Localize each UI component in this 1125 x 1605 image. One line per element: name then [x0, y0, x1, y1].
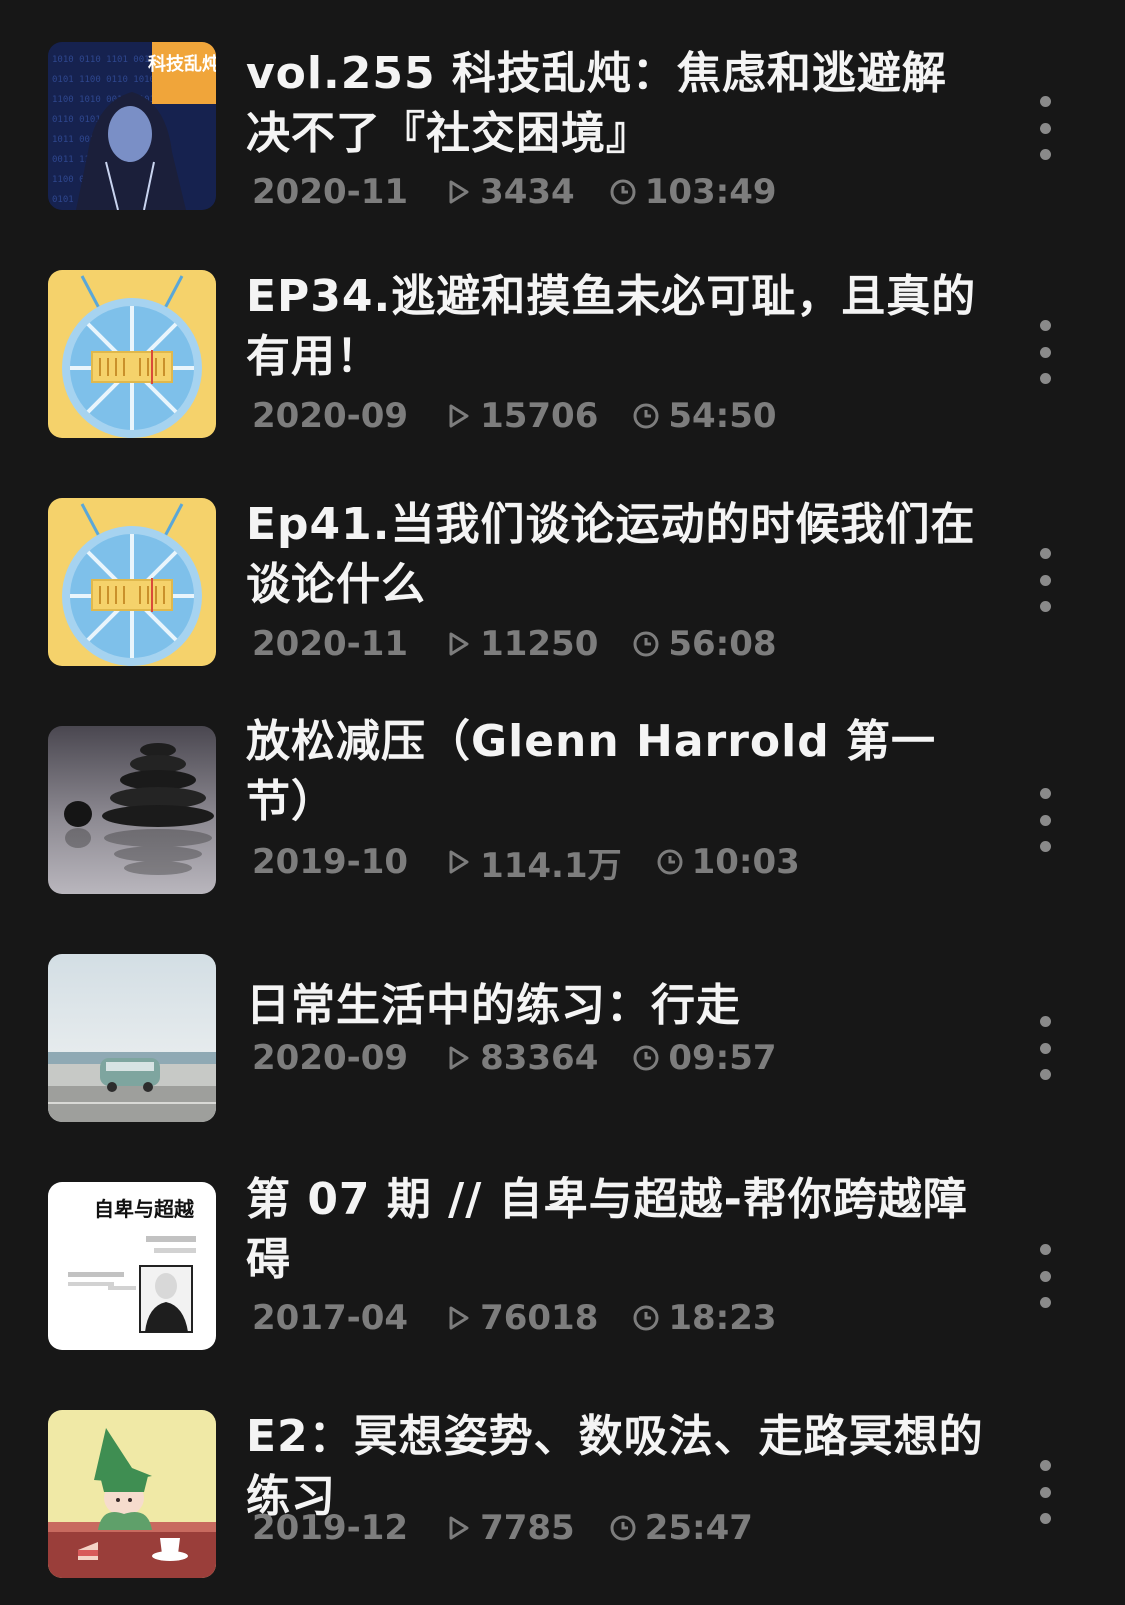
play-icon: [444, 848, 472, 876]
episode-item[interactable]: 放松减压（Glenn Harrold 第一节） 2019-10 114.1万 1…: [0, 716, 1125, 894]
episode-date: 2019-12: [252, 1508, 409, 1548]
cover-text: 科技乱炖: [148, 53, 216, 75]
episode-duration: 18:23: [632, 1298, 777, 1338]
episode-duration: 103:49: [609, 172, 777, 212]
duration-text: 56:08: [668, 624, 777, 664]
svg-text:1010 0110 1101 0011: 1010 0110 1101 0011: [52, 55, 155, 65]
episode-meta: 2020-11 11250 56:08: [252, 624, 777, 664]
duration-text: 10:03: [691, 842, 800, 882]
plays-count: 83364: [480, 1038, 599, 1078]
hooded-figure-cover-icon: 1010 0110 1101 0011 0101 1100 0110 1010 …: [48, 42, 216, 210]
episode-plays: 76018: [444, 1298, 598, 1338]
episode-title[interactable]: Ep41.当我们谈论运动的时候我们在谈论什么: [246, 495, 986, 615]
plays-count: 15706: [480, 396, 599, 436]
episode-duration: 10:03: [656, 842, 800, 882]
episode-duration: 09:57: [632, 1038, 777, 1078]
clock-icon: [632, 1304, 660, 1332]
episode-duration: 25:47: [609, 1508, 753, 1548]
more-vertical-icon[interactable]: [1030, 788, 1060, 852]
episode-date: 2020-11: [252, 624, 409, 664]
svg-text:0101 1100 0110 1010: 0101 1100 0110 1010: [52, 75, 155, 85]
more-vertical-icon[interactable]: [1030, 548, 1060, 612]
episode-duration: 54:50: [632, 396, 777, 436]
episode-meta: 2020-11 3434 103:49: [252, 172, 777, 212]
clock-icon: [632, 630, 660, 658]
episode-item[interactable]: EP34.逃避和摸鱼未必可耻，且真的有用！ 2020-09 15706 54:5…: [0, 270, 1125, 438]
clock-icon: [609, 178, 637, 206]
plays-count: 11250: [480, 624, 599, 664]
episode-date: 2020-09: [252, 396, 409, 436]
episode-title[interactable]: 第 07 期 // 自卑与超越-帮你跨越障碍: [246, 1170, 986, 1290]
duration-text: 54:50: [668, 396, 777, 436]
play-icon: [444, 1514, 472, 1542]
play-icon: [444, 402, 472, 430]
episode-plays: 114.1万: [444, 838, 622, 887]
plays-count: 76018: [480, 1298, 599, 1338]
duration-text: 18:23: [668, 1298, 777, 1338]
clock-icon: [656, 848, 684, 876]
episode-date: 2019-10: [252, 842, 409, 882]
episode-date: 2017-04: [252, 1298, 409, 1338]
episode-cover[interactable]: 自卑与超越: [48, 1182, 216, 1350]
play-icon: [444, 178, 472, 206]
episode-plays: 7785: [444, 1508, 575, 1548]
more-vertical-icon[interactable]: [1030, 320, 1060, 384]
episode-title[interactable]: vol.255 科技乱炖：焦虑和逃避解决不了『社交困境』: [246, 44, 986, 164]
van-by-sea-cover-icon: [48, 954, 216, 1122]
episode-date: 2020-11: [252, 172, 409, 212]
stacked-stones-cover-icon: [48, 726, 216, 894]
episode-cover[interactable]: [48, 726, 216, 894]
more-vertical-icon[interactable]: [1030, 1244, 1060, 1308]
lemon-radio-cover-icon: [48, 270, 216, 438]
duration-text: 103:49: [644, 172, 777, 212]
episode-title[interactable]: 日常生活中的练习：行走: [246, 976, 986, 1036]
episode-cover[interactable]: [48, 954, 216, 1122]
episode-date: 2020-09: [252, 1038, 409, 1078]
plays-count: 7785: [480, 1508, 575, 1548]
episode-duration: 56:08: [632, 624, 777, 664]
episode-meta: 2019-12 7785 25:47: [252, 1508, 753, 1548]
episode-cover[interactable]: [48, 270, 216, 438]
episode-list: 1010 0110 1101 0011 0101 1100 0110 1010 …: [0, 0, 1125, 1605]
play-icon: [444, 630, 472, 658]
more-vertical-icon[interactable]: [1030, 96, 1060, 160]
lemon-radio-cover-icon: [48, 498, 216, 666]
episode-item[interactable]: 日常生活中的练习：行走 2020-09 83364 09:57: [0, 954, 1125, 1122]
plays-count: 114.1万: [480, 845, 622, 886]
episode-cover[interactable]: 1010 0110 1101 0011 0101 1100 0110 1010 …: [48, 42, 216, 210]
episode-meta: 2017-04 76018 18:23: [252, 1298, 777, 1338]
episode-item[interactable]: 自卑与超越 第 07 期 // 自卑与超越-帮你跨越障碍 2017-04 760…: [0, 1174, 1125, 1350]
episode-cover[interactable]: [48, 498, 216, 666]
episode-cover[interactable]: [48, 1410, 216, 1578]
episode-item[interactable]: E2：冥想姿势、数吸法、走路冥想的练习 2019-12 7785 25:47: [0, 1410, 1125, 1578]
more-vertical-icon[interactable]: [1030, 1460, 1060, 1524]
book-cover-icon: 自卑与超越: [48, 1182, 216, 1350]
duration-text: 09:57: [668, 1038, 777, 1078]
play-icon: [444, 1044, 472, 1072]
episode-title[interactable]: 放松减压（Glenn Harrold 第一节）: [246, 712, 986, 832]
episode-meta: 2020-09 83364 09:57: [252, 1038, 777, 1078]
more-vertical-icon[interactable]: [1030, 1016, 1060, 1080]
episode-title[interactable]: EP34.逃避和摸鱼未必可耻，且真的有用！: [246, 267, 986, 387]
episode-meta: 2019-10 114.1万 10:03: [252, 842, 800, 886]
play-icon: [444, 1304, 472, 1332]
episode-item[interactable]: Ep41.当我们谈论运动的时候我们在谈论什么 2020-11 11250 56:…: [0, 498, 1125, 666]
plays-count: 3434: [480, 172, 575, 212]
episode-plays: 15706: [444, 396, 598, 436]
episode-item[interactable]: 1010 0110 1101 0011 0101 1100 0110 1010 …: [0, 42, 1125, 212]
duration-text: 25:47: [644, 1508, 753, 1548]
episode-plays: 83364: [444, 1038, 598, 1078]
episode-plays: 11250: [444, 624, 598, 664]
episode-plays: 3434: [444, 172, 575, 212]
illustration-cover-icon: [48, 1410, 216, 1578]
episode-meta: 2020-09 15706 54:50: [252, 396, 777, 436]
cover-text: 自卑与超越: [94, 1197, 195, 1221]
clock-icon: [609, 1514, 637, 1542]
clock-icon: [632, 402, 660, 430]
clock-icon: [632, 1044, 660, 1072]
